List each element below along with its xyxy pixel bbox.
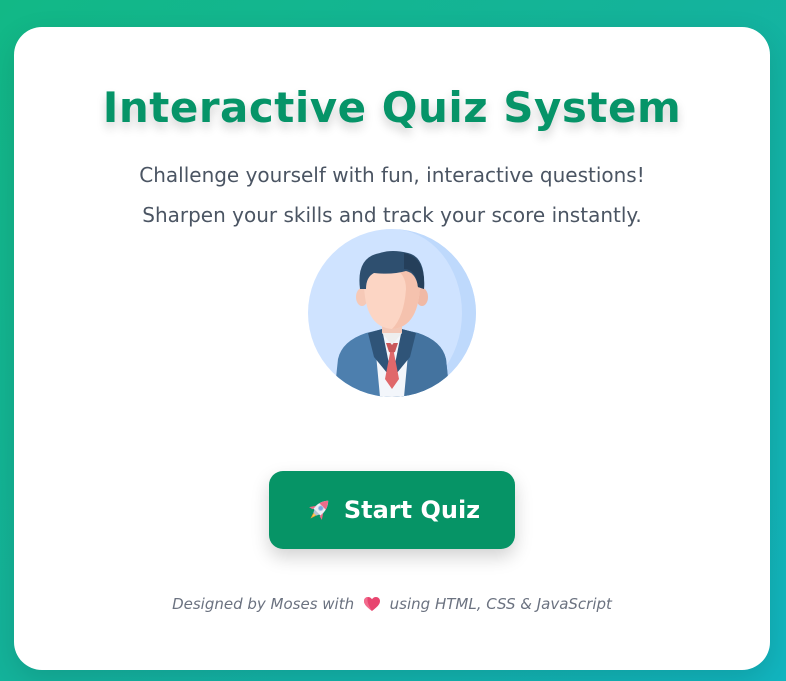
footer-credit: Designed by Moses with using HTML, CSS &… [14, 595, 770, 613]
intro-text: Challenge yourself with fun, interactive… [14, 155, 770, 235]
page-title: Interactive Quiz System [102, 83, 682, 132]
start-quiz-label: Start Quiz [343, 496, 481, 524]
heart-icon [363, 596, 381, 612]
start-quiz-button[interactable]: Start Quiz [269, 471, 515, 549]
quiz-card: Interactive Quiz System Challenge yourse… [14, 27, 770, 670]
footer-credit-before: Designed by Moses with [172, 595, 355, 613]
intro-line-1: Challenge yourself with fun, interactive… [139, 163, 645, 187]
businessman-avatar-icon [308, 229, 476, 397]
rocket-icon [304, 495, 334, 525]
footer-credit-after: using HTML, CSS & JavaScript [389, 595, 612, 613]
